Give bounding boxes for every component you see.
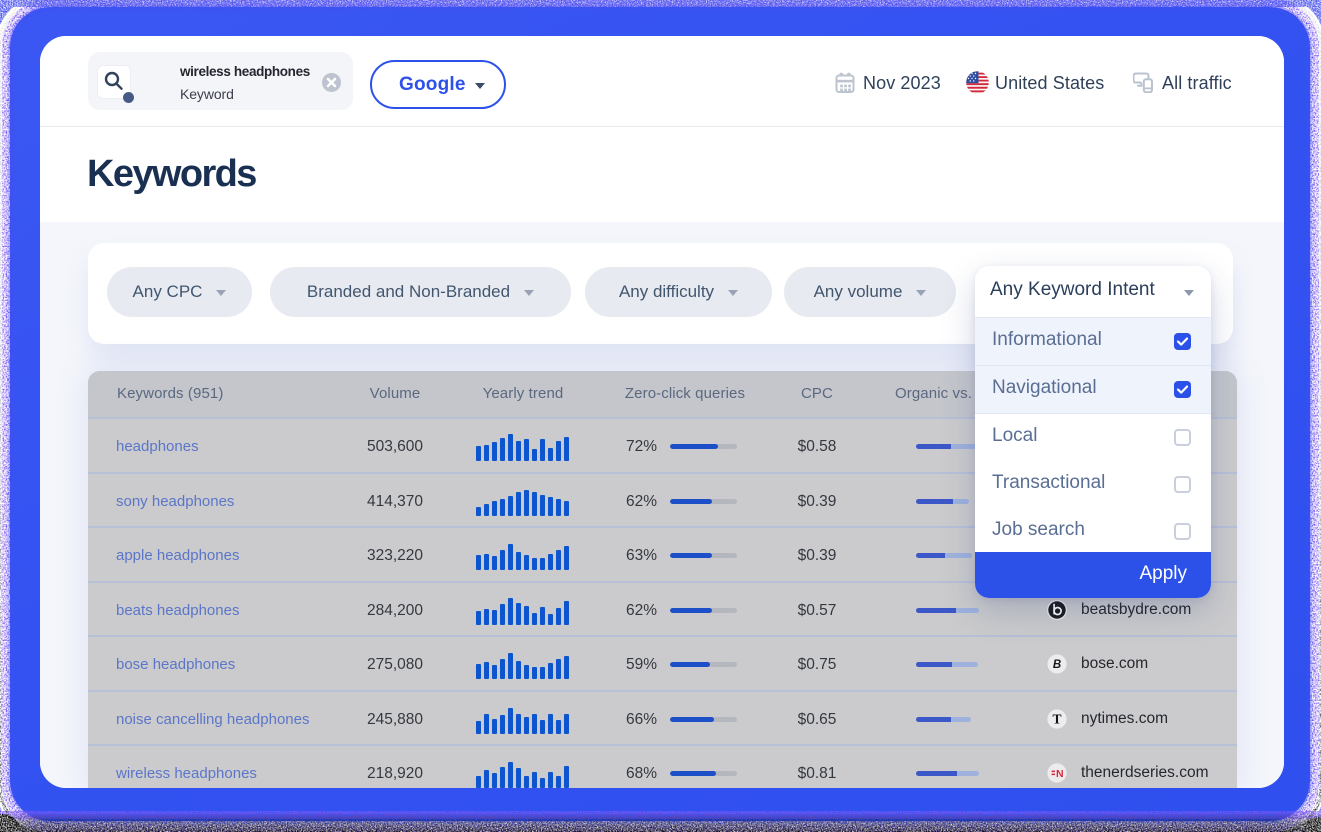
svg-text:B: B: [1053, 659, 1061, 671]
svg-text:N: N: [1056, 768, 1064, 780]
svg-text:T: T: [1052, 711, 1061, 726]
